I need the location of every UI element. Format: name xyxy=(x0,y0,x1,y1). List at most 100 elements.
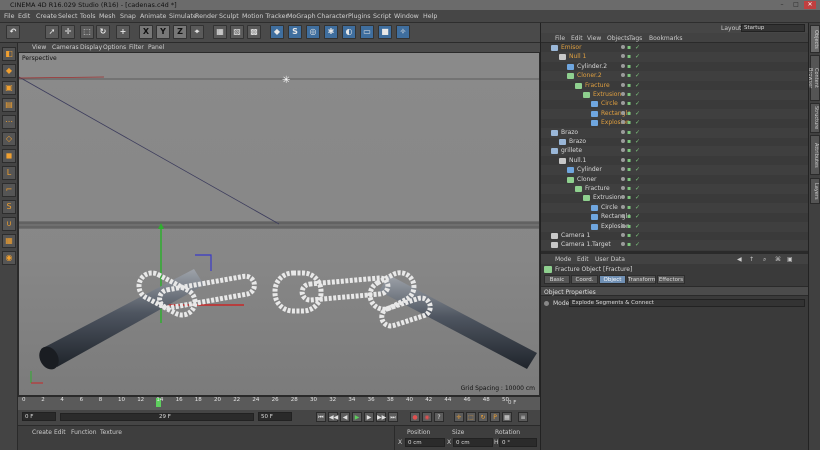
tab-object[interactable]: Object xyxy=(599,275,626,284)
add-icon[interactable]: + xyxy=(116,25,130,39)
texture-mode-icon[interactable]: ▣ xyxy=(2,81,16,95)
side-tab-objects[interactable]: Objects xyxy=(810,25,820,53)
solo-icon[interactable]: ◉ xyxy=(2,251,16,265)
menu-script[interactable]: Script xyxy=(373,13,391,20)
visibility-dots-icon[interactable]: ▪ xyxy=(627,176,631,183)
make-editable-icon[interactable]: ◧ xyxy=(2,47,16,61)
enable-check-icon[interactable]: ✓ xyxy=(635,213,640,220)
tab-basic[interactable]: Basic xyxy=(544,275,570,284)
object-menu-edit[interactable]: Edit xyxy=(571,35,583,42)
attr-menu-mode[interactable]: Mode xyxy=(555,256,571,263)
enable-check-icon[interactable]: ✓ xyxy=(635,157,640,164)
visibility-dots-icon[interactable]: ▪ xyxy=(627,100,631,107)
enable-check-icon[interactable]: ✓ xyxy=(635,110,640,117)
object-row[interactable]: Camera 1.Target ▪ ✓ xyxy=(541,240,809,251)
undo-icon[interactable]: ↶ xyxy=(6,25,20,39)
menu-file[interactable]: File xyxy=(4,13,15,20)
param-key-icon[interactable]: P xyxy=(490,412,500,422)
move-icon[interactable]: ✛ xyxy=(61,25,75,39)
visibility-dots-icon[interactable]: ▪ xyxy=(627,157,631,164)
visibility-dots-icon[interactable]: ▪ xyxy=(627,241,631,248)
pla-key-icon[interactable]: ▦ xyxy=(502,412,512,422)
viewport[interactable]: ✳ Perspective Grid Spacing : 10000 cm xyxy=(18,52,540,396)
previous-keyframe-icon[interactable]: ◀◀ xyxy=(328,412,338,422)
attr-menu-user-data[interactable]: User Data xyxy=(595,256,625,263)
frame-range-slider[interactable]: 29 F xyxy=(60,413,254,421)
menu-motion-tracker[interactable]: Motion Tracker xyxy=(242,13,288,20)
snap-icon[interactable]: S xyxy=(2,200,16,214)
visibility-dots-icon[interactable]: ▪ xyxy=(627,194,631,201)
enable-check-icon[interactable]: ✓ xyxy=(635,100,640,107)
visibility-dots-icon[interactable]: ▪ xyxy=(627,72,631,79)
render-view-icon[interactable]: ▦ xyxy=(213,25,227,39)
x-position-field[interactable]: 0 cm xyxy=(405,438,445,447)
render-picture-viewer-icon[interactable]: ▧ xyxy=(230,25,244,39)
material-menu-function[interactable]: Function xyxy=(71,429,97,436)
object-menu-objects[interactable]: Objects xyxy=(607,35,630,42)
position-key-icon[interactable]: ✛ xyxy=(454,412,464,422)
object-menu-tags[interactable]: Tags xyxy=(629,35,642,42)
enable-check-icon[interactable]: ✓ xyxy=(635,185,640,192)
camera-icon[interactable]: ■ xyxy=(378,25,392,39)
scene-icon[interactable]: ▭ xyxy=(360,25,374,39)
h-rotation-field[interactable]: 0 ° xyxy=(499,438,537,447)
next-frame-icon[interactable]: ▶ xyxy=(364,412,374,422)
tab-coord[interactable]: Coord. xyxy=(571,275,598,284)
visibility-dots-icon[interactable]: ▪ xyxy=(627,204,631,211)
x-size-field[interactable]: 0 cm xyxy=(453,438,493,447)
visibility-dots-icon[interactable]: ▪ xyxy=(627,138,631,145)
enable-check-icon[interactable]: ✓ xyxy=(635,176,640,183)
z-axis-icon[interactable]: Z xyxy=(173,25,187,39)
enable-check-icon[interactable]: ✓ xyxy=(635,53,640,60)
enable-check-icon[interactable]: ✓ xyxy=(635,72,640,79)
visibility-dots-icon[interactable]: ▪ xyxy=(627,129,631,136)
workplane-icon[interactable]: ▤ xyxy=(2,98,16,112)
layout-dropdown[interactable]: Startup xyxy=(741,24,805,32)
menu-plugins[interactable]: Plugins xyxy=(348,13,371,20)
viewport-menu-view[interactable]: View xyxy=(32,44,46,51)
array-icon[interactable]: ✱ xyxy=(324,25,338,39)
viewport-menu-display[interactable]: Display xyxy=(80,44,102,51)
enable-check-icon[interactable]: ✓ xyxy=(635,138,640,145)
enable-check-icon[interactable]: ✓ xyxy=(635,204,640,211)
enable-check-icon[interactable]: ✓ xyxy=(635,166,640,173)
polygons-mode-icon[interactable]: ◼ xyxy=(2,149,16,163)
enable-check-icon[interactable]: ✓ xyxy=(635,232,640,239)
y-axis-icon[interactable]: Y xyxy=(156,25,170,39)
menu-simulate[interactable]: Simulate xyxy=(169,13,197,20)
lock-icon[interactable]: ▦ xyxy=(2,234,16,248)
select-arrow-icon[interactable]: ➚ xyxy=(45,25,59,39)
object-menu-file[interactable]: File xyxy=(555,35,565,42)
visibility-dots-icon[interactable]: ▪ xyxy=(627,63,631,70)
nurbs-icon[interactable]: ◎ xyxy=(306,25,320,39)
side-tab-structure[interactable]: Structure xyxy=(810,103,820,133)
menu-render[interactable]: Render xyxy=(195,13,217,20)
material-menu-edit[interactable]: Edit xyxy=(54,429,66,436)
scale-icon[interactable]: ⬚ xyxy=(80,25,94,39)
menu-animate[interactable]: Animate xyxy=(140,13,166,20)
spline-icon[interactable]: S xyxy=(288,25,302,39)
deformer-icon[interactable]: ◐ xyxy=(342,25,356,39)
menu-create[interactable]: Create xyxy=(36,13,57,20)
model-mode-icon[interactable]: ◆ xyxy=(2,64,16,78)
tab-effectors[interactable]: Effectors xyxy=(657,275,685,284)
enable-check-icon[interactable]: ✓ xyxy=(635,119,640,126)
timeline-menu-icon[interactable]: ≡ xyxy=(518,412,528,422)
maximize-icon[interactable]: □ xyxy=(790,1,802,9)
attr-new-manager-icon[interactable]: ▣ xyxy=(787,256,793,263)
tab-transform[interactable]: Transform xyxy=(627,275,656,284)
visibility-dots-icon[interactable]: ▪ xyxy=(627,166,631,173)
menu-select[interactable]: Select xyxy=(58,13,77,20)
enable-check-icon[interactable]: ✓ xyxy=(635,82,640,89)
menu-snap[interactable]: Snap xyxy=(120,13,136,20)
enable-check-icon[interactable]: ✓ xyxy=(635,91,640,98)
visibility-dots-icon[interactable]: ▪ xyxy=(627,91,631,98)
attr-menu-edit[interactable]: Edit xyxy=(577,256,589,263)
end-frame-field[interactable]: 50 F xyxy=(258,412,292,421)
enable-check-icon[interactable]: ✓ xyxy=(635,241,640,248)
object-menu-bookmarks[interactable]: Bookmarks xyxy=(649,35,683,42)
mode-dropdown[interactable]: Explode Segments & Connect xyxy=(569,299,805,307)
cube-icon[interactable]: ◆ xyxy=(270,25,284,39)
keyframe-selection-icon[interactable]: ? xyxy=(434,412,444,422)
menu-character[interactable]: Character xyxy=(317,13,348,20)
